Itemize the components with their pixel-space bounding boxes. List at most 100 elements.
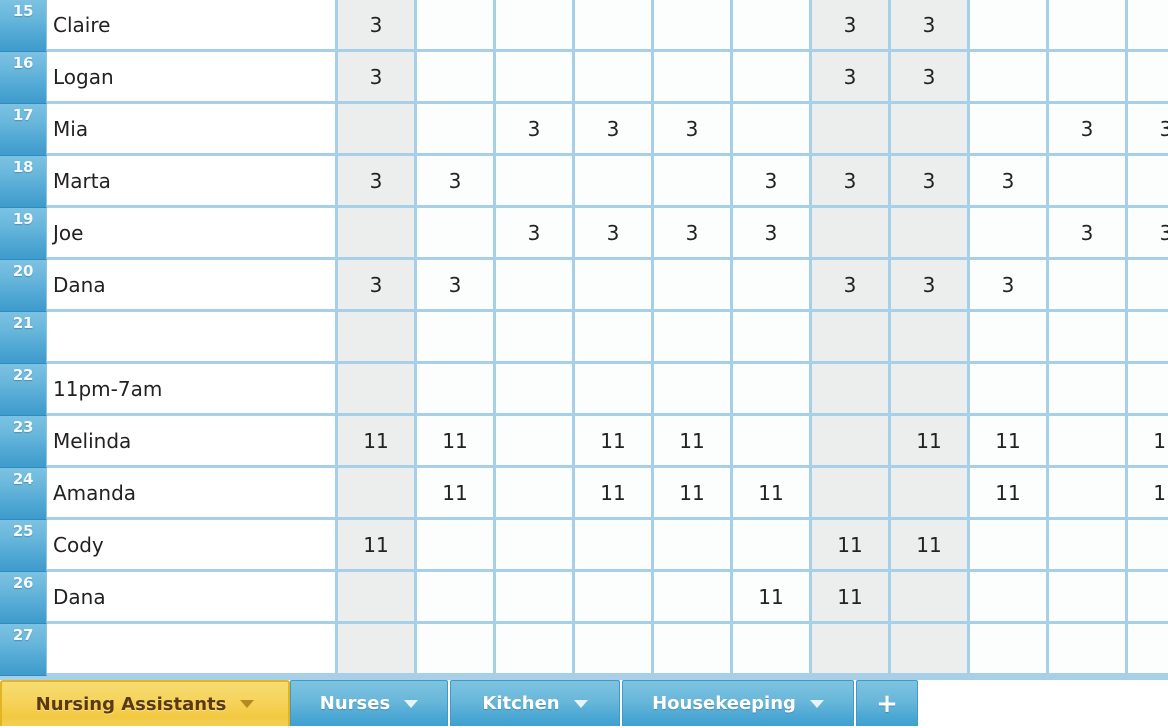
data-cell[interactable]: [970, 520, 1049, 572]
data-cell[interactable]: [733, 312, 812, 364]
data-cell[interactable]: [575, 572, 654, 624]
data-cell[interactable]: [654, 624, 733, 676]
data-cell[interactable]: [970, 312, 1049, 364]
data-cell[interactable]: 3: [1128, 104, 1168, 156]
row-header[interactable]: 27: [0, 624, 47, 676]
data-cell[interactable]: [1128, 624, 1168, 676]
data-cell[interactable]: 3: [575, 104, 654, 156]
name-cell[interactable]: Joe: [47, 208, 338, 260]
data-cell[interactable]: [575, 52, 654, 104]
data-cell[interactable]: [496, 520, 575, 572]
row-header[interactable]: 17: [0, 104, 47, 156]
data-cell[interactable]: 11: [891, 520, 970, 572]
data-cell[interactable]: 3: [970, 156, 1049, 208]
data-cell[interactable]: 3: [338, 156, 417, 208]
data-cell[interactable]: 3: [417, 260, 496, 312]
data-cell[interactable]: [338, 312, 417, 364]
data-cell[interactable]: [417, 312, 496, 364]
data-cell[interactable]: 3: [575, 208, 654, 260]
data-cell[interactable]: [891, 364, 970, 416]
data-cell[interactable]: [891, 312, 970, 364]
data-cell[interactable]: 3: [891, 0, 970, 52]
data-cell[interactable]: [575, 520, 654, 572]
data-cell[interactable]: [654, 156, 733, 208]
data-cell[interactable]: 11: [733, 468, 812, 520]
data-cell[interactable]: 3: [812, 156, 891, 208]
data-cell[interactable]: [1049, 0, 1128, 52]
data-cell[interactable]: [1049, 52, 1128, 104]
data-cell[interactable]: [654, 520, 733, 572]
data-cell[interactable]: [1049, 156, 1128, 208]
data-cell[interactable]: 3: [417, 156, 496, 208]
chevron-down-icon[interactable]: [573, 699, 588, 708]
data-cell[interactable]: [338, 572, 417, 624]
data-cell[interactable]: [812, 468, 891, 520]
name-cell[interactable]: Amanda: [47, 468, 338, 520]
data-cell[interactable]: [1049, 416, 1128, 468]
data-cell[interactable]: [1128, 520, 1168, 572]
data-cell[interactable]: [417, 104, 496, 156]
data-cell[interactable]: [733, 520, 812, 572]
data-cell[interactable]: [338, 104, 417, 156]
data-cell[interactable]: [654, 572, 733, 624]
row-header[interactable]: 23: [0, 416, 47, 468]
data-cell[interactable]: 3: [496, 208, 575, 260]
row-header[interactable]: 18: [0, 156, 47, 208]
sheet-tab-bar[interactable]: Nursing Assistants Nurses Kitchen Housekeep…: [0, 680, 1168, 728]
data-cell[interactable]: [575, 364, 654, 416]
data-cell[interactable]: 3: [338, 52, 417, 104]
data-cell[interactable]: [1128, 0, 1168, 52]
data-cell[interactable]: [1049, 572, 1128, 624]
data-cell[interactable]: [733, 104, 812, 156]
data-cell[interactable]: [1049, 520, 1128, 572]
data-cell[interactable]: [654, 0, 733, 52]
data-cell[interactable]: [891, 572, 970, 624]
data-cell[interactable]: 3: [654, 208, 733, 260]
chevron-down-icon[interactable]: [404, 699, 419, 708]
data-cell[interactable]: [654, 312, 733, 364]
data-cell[interactable]: [417, 572, 496, 624]
data-cell[interactable]: 11: [654, 468, 733, 520]
data-cell[interactable]: [812, 104, 891, 156]
spreadsheet-grid-viewport[interactable]: 15 Claire 3 3 3 16 Logan 3 3 3 17 Mia 3 3 3 3 3 18 Marta 3 3…: [0, 0, 1168, 680]
data-cell[interactable]: [970, 364, 1049, 416]
data-cell[interactable]: 3: [1049, 104, 1128, 156]
data-cell[interactable]: [891, 624, 970, 676]
data-cell[interactable]: [417, 208, 496, 260]
row-header[interactable]: 15: [0, 0, 47, 52]
data-cell[interactable]: [496, 468, 575, 520]
data-cell[interactable]: [1049, 260, 1128, 312]
chevron-down-icon[interactable]: [809, 699, 824, 708]
data-cell[interactable]: [1049, 312, 1128, 364]
row-header[interactable]: 21: [0, 312, 47, 364]
row-header[interactable]: 26: [0, 572, 47, 624]
data-cell[interactable]: 11: [338, 520, 417, 572]
data-cell[interactable]: [417, 52, 496, 104]
data-cell[interactable]: 11: [970, 416, 1049, 468]
data-cell[interactable]: [891, 104, 970, 156]
data-cell[interactable]: 3: [812, 260, 891, 312]
data-cell[interactable]: [812, 624, 891, 676]
name-cell[interactable]: Dana: [47, 260, 338, 312]
data-cell[interactable]: [654, 364, 733, 416]
data-cell[interactable]: [1128, 572, 1168, 624]
data-cell[interactable]: 11: [575, 468, 654, 520]
name-cell[interactable]: Mia: [47, 104, 338, 156]
data-cell[interactable]: 3: [1128, 208, 1168, 260]
data-cell[interactable]: 11: [1128, 468, 1168, 520]
data-cell[interactable]: [575, 624, 654, 676]
data-cell[interactable]: [812, 208, 891, 260]
data-cell[interactable]: [1128, 52, 1168, 104]
data-cell[interactable]: [1128, 156, 1168, 208]
data-cell[interactable]: 3: [812, 0, 891, 52]
data-cell[interactable]: [496, 156, 575, 208]
row-header[interactable]: 25: [0, 520, 47, 572]
data-cell[interactable]: 3: [496, 104, 575, 156]
data-cell[interactable]: 11: [575, 416, 654, 468]
data-cell[interactable]: [1128, 312, 1168, 364]
data-cell[interactable]: 3: [891, 52, 970, 104]
data-cell[interactable]: [733, 0, 812, 52]
data-cell[interactable]: [496, 624, 575, 676]
name-cell[interactable]: Cody: [47, 520, 338, 572]
data-cell[interactable]: [496, 260, 575, 312]
